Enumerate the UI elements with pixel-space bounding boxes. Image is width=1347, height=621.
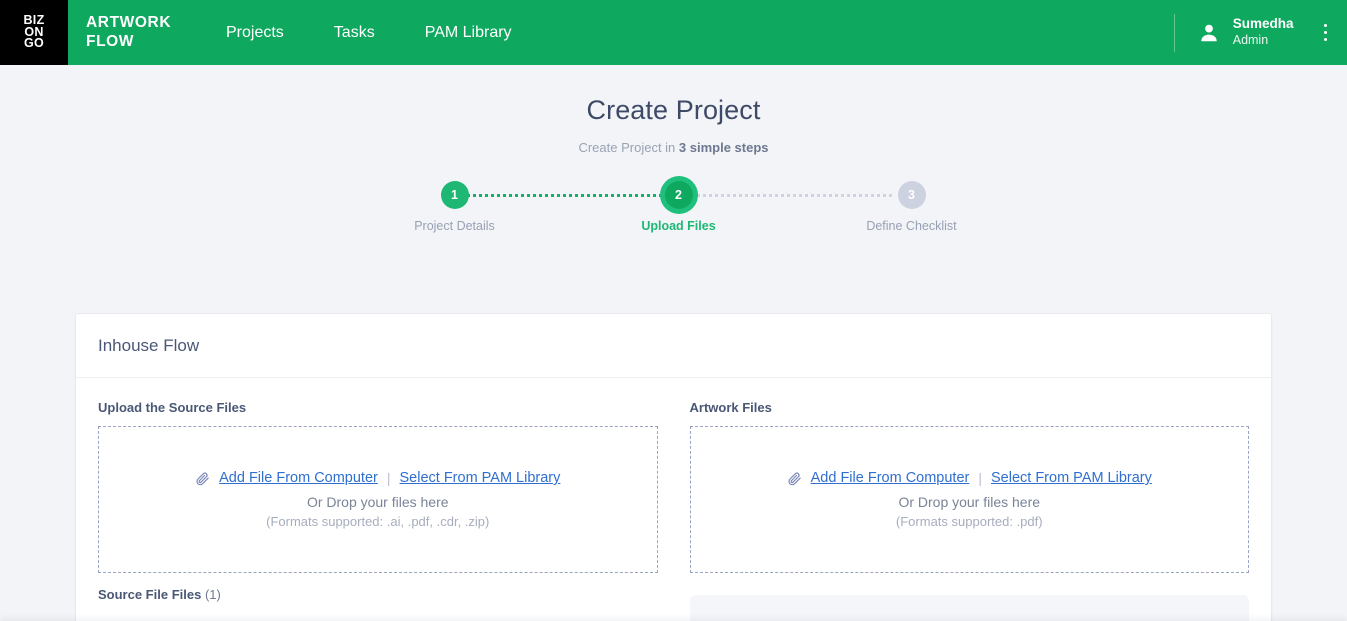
- kebab-menu-icon[interactable]: [1320, 18, 1332, 48]
- inhouse-flow-card: Inhouse Flow Upload the Source Files Add…: [75, 313, 1272, 621]
- nav-item-projects[interactable]: Projects: [226, 24, 284, 42]
- step-label-define-checklist: Define Checklist: [866, 219, 957, 233]
- source-link-separator: |: [386, 470, 391, 486]
- stepper-step-define-checklist[interactable]: 3 Define Checklist: [852, 175, 972, 233]
- page-subtitle-strong: 3 simple steps: [678, 140, 769, 155]
- source-select-from-pam-library-link[interactable]: Select From PAM Library: [400, 470, 561, 486]
- page-subtitle: Create Project in 3 simple steps: [0, 140, 1347, 155]
- card-body: Upload the Source Files Add File From Co…: [76, 378, 1271, 621]
- progress-stepper: 1 Project Details 2 Upload Files 3 Defin…: [394, 175, 957, 237]
- step-bubble-3: 3: [897, 181, 926, 209]
- source-drop-hint: Or Drop your files here: [306, 494, 449, 510]
- source-files-dropzone[interactable]: Add File From Computer | Select From PAM…: [98, 426, 658, 573]
- page-content: Create Project Create Project in 3 simpl…: [0, 65, 1347, 621]
- source-files-count-text: Source File Files: [98, 587, 202, 602]
- stepper-step-upload-files[interactable]: 2 Upload Files: [619, 175, 739, 233]
- card-title: Inhouse Flow: [98, 335, 200, 355]
- paperclip-icon: [787, 471, 802, 486]
- page-subtitle-prefix: Create Project in: [578, 140, 679, 155]
- artwork-files-label: Artwork Files: [689, 400, 772, 415]
- artwork-select-from-pam-library-link[interactable]: Select From PAM Library: [991, 470, 1152, 486]
- source-dropzone-actions: Add File From Computer | Select From PAM…: [195, 470, 560, 486]
- paperclip-icon: [195, 471, 210, 486]
- source-add-file-from-computer-link[interactable]: Add File From Computer: [219, 470, 378, 486]
- step-bubble-1: 1: [440, 181, 469, 209]
- logo-line-3: GO: [23, 36, 45, 51]
- user-avatar-icon[interactable]: [1197, 21, 1221, 45]
- artwork-files-dropzone[interactable]: Add File From Computer | Select From PAM…: [689, 426, 1249, 573]
- page-title: Create Project: [586, 95, 761, 125]
- step-bubble-2: 2: [664, 181, 693, 209]
- artwork-add-file-from-computer-link[interactable]: Add File From Computer: [811, 470, 970, 486]
- step-label-upload-files: Upload Files: [641, 219, 716, 233]
- artwork-dropzone-actions: Add File From Computer | Select From PAM…: [787, 470, 1152, 486]
- artwork-drop-hint: Or Drop your files here: [898, 494, 1041, 510]
- step-label-project-details: Project Details: [414, 219, 495, 233]
- artwork-supported-formats: (Formats supported: .pdf): [895, 514, 1043, 529]
- source-files-label: Upload the Source Files: [98, 400, 247, 415]
- stepper-step-project-details[interactable]: 1 Project Details: [395, 175, 515, 233]
- artwork-files-list-panel: [689, 595, 1249, 621]
- app-header: BIZ ON GO ARTWORK FLOW Projects Tasks PA…: [0, 0, 1347, 65]
- source-files-column: Upload the Source Files Add File From Co…: [98, 400, 658, 621]
- artwork-files-column: Artwork Files Add File From Computer | S…: [689, 400, 1249, 621]
- header-divider: [1173, 13, 1175, 52]
- source-files-count-label: Source File Files (1): [98, 587, 658, 602]
- bizongo-logo[interactable]: BIZ ON GO: [0, 0, 68, 65]
- bizongo-logo-icon: BIZ ON GO: [23, 14, 45, 51]
- kebab-dot: [1323, 23, 1327, 28]
- main-navigation: Projects Tasks PAM Library: [226, 24, 512, 42]
- kebab-dot: [1323, 30, 1327, 35]
- app-brand-title: ARTWORK FLOW: [86, 13, 172, 50]
- header-user-area: Sumedha Admin: [1173, 0, 1347, 65]
- source-supported-formats: (Formats supported: .ai, .pdf, .cdr, .zi…: [266, 514, 490, 529]
- kebab-dot: [1323, 37, 1327, 42]
- source-files-count-number: (1): [204, 587, 221, 602]
- user-name: Sumedha: [1232, 16, 1294, 32]
- user-info[interactable]: Sumedha Admin: [1233, 16, 1294, 49]
- user-role: Admin: [1232, 33, 1269, 48]
- artwork-link-separator: |: [978, 470, 982, 486]
- nav-item-tasks[interactable]: Tasks: [334, 24, 375, 42]
- card-header: Inhouse Flow: [76, 314, 1271, 378]
- nav-item-pam-library[interactable]: PAM Library: [425, 24, 512, 42]
